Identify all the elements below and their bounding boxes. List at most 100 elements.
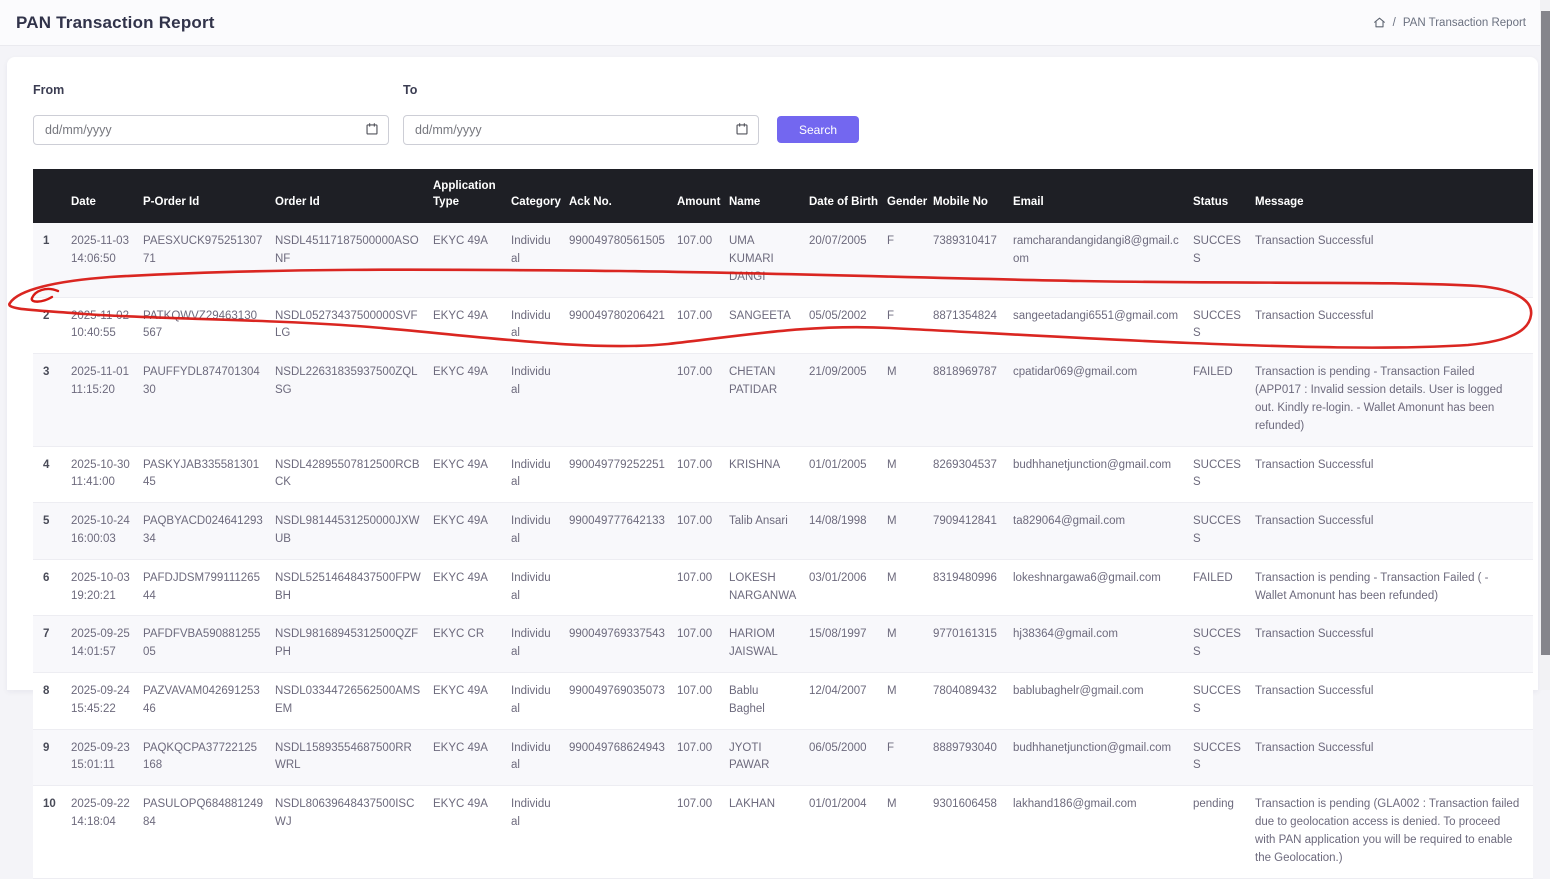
cell-order-id: NSDL03344726562500AMSEM [275, 673, 433, 730]
cell-gender: M [887, 559, 933, 616]
cell-order-id: NSDL05273437500000SVFLG [275, 297, 433, 354]
table-row: 92025-09-23 15:01:11PAQKQCPA37722125168N… [33, 729, 1533, 786]
cell-p-order-id: PAZVAVAM04269125346 [143, 673, 275, 730]
vertical-scrollbar-track[interactable] [1540, 0, 1550, 690]
column-header-amount: Amount [677, 169, 729, 223]
cell-date-of-birth: 15/08/1997 [809, 616, 887, 673]
cell-date: 2025-11-03 14:06:50 [71, 223, 143, 297]
cell-date-of-birth: 21/09/2005 [809, 354, 887, 446]
table-row: 12025-11-03 14:06:50PAESXUCK97525130771N… [33, 223, 1533, 297]
cell-mobile-no: 8818969787 [933, 354, 1013, 446]
cell-name: Talib Ansari [729, 503, 809, 560]
cell-status: FAILED [1193, 559, 1255, 616]
search-button[interactable]: Search [777, 116, 859, 143]
cell-status: pending [1193, 786, 1255, 878]
table-row: 22025-11-02 10:40:55PATKQWVZ29463130567N… [33, 297, 1533, 354]
cell-date-of-birth: 20/07/2005 [809, 223, 887, 297]
cell-gender: M [887, 503, 933, 560]
home-icon[interactable] [1373, 16, 1386, 29]
page-title: PAN Transaction Report [16, 13, 215, 33]
cell-category: Individual [511, 223, 569, 297]
cell-message: Transaction Successful [1255, 616, 1533, 673]
cell-order-id: NSDL52514648437500FPWBH [275, 559, 433, 616]
column-header-date: Date [71, 169, 143, 223]
cell-amount: 107.00 [677, 503, 729, 560]
table-body: 12025-11-03 14:06:50PAESXUCK97525130771N… [33, 223, 1533, 878]
cell-gender: M [887, 786, 933, 878]
cell-ack-no: 990049780206421 [569, 297, 677, 354]
cell-name: HARIOM JAISWAL [729, 616, 809, 673]
cell-date-of-birth: 12/04/2007 [809, 673, 887, 730]
from-date-input[interactable] [33, 115, 389, 145]
table-row: 72025-09-25 14:01:57PAFDFVBA59088125505N… [33, 616, 1533, 673]
cell-email: lokeshnargawa6@gmail.com [1013, 559, 1193, 616]
cell-ack-no [569, 559, 677, 616]
report-card: From To Search [7, 57, 1538, 690]
cell-mobile-no: 9770161315 [933, 616, 1013, 673]
column-header-order-id: Order Id [275, 169, 433, 223]
cell-date: 2025-10-30 11:41:00 [71, 446, 143, 503]
cell-category: Individual [511, 729, 569, 786]
breadcrumb-separator: / [1393, 17, 1396, 29]
cell-row-number: 1 [33, 223, 71, 297]
cell-application-type: EKYC CR [433, 616, 511, 673]
to-date-input[interactable] [403, 115, 759, 145]
cell-message: Transaction Successful [1255, 729, 1533, 786]
cell-p-order-id: PAQKQCPA37722125168 [143, 729, 275, 786]
cell-row-number: 9 [33, 729, 71, 786]
cell-message: Transaction Successful [1255, 223, 1533, 297]
cell-p-order-id: PASULOPQ68488124984 [143, 786, 275, 878]
cell-status: SUCCESS [1193, 673, 1255, 730]
cell-application-type: EKYC 49A [433, 729, 511, 786]
cell-p-order-id: PATKQWVZ29463130567 [143, 297, 275, 354]
cell-mobile-no: 9301606458 [933, 786, 1013, 878]
cell-mobile-no: 8871354824 [933, 297, 1013, 354]
filter-bar: From To Search [33, 83, 1538, 145]
cell-message: Transaction Successful [1255, 673, 1533, 730]
cell-category: Individual [511, 559, 569, 616]
cell-mobile-no: 7389310417 [933, 223, 1013, 297]
cell-ack-no: 990049769035073 [569, 673, 677, 730]
cell-application-type: EKYC 49A [433, 786, 511, 878]
cell-row-number: 5 [33, 503, 71, 560]
table-row: 32025-11-01 11:15:20PAUFFYDL87470130430N… [33, 354, 1533, 446]
cell-name: LAKHAN [729, 786, 809, 878]
cell-date-of-birth: 06/05/2000 [809, 729, 887, 786]
cell-p-order-id: PAESXUCK97525130771 [143, 223, 275, 297]
cell-date: 2025-09-23 15:01:11 [71, 729, 143, 786]
cell-application-type: EKYC 49A [433, 223, 511, 297]
cell-mobile-no: 8269304537 [933, 446, 1013, 503]
calendar-icon[interactable] [735, 122, 749, 141]
cell-email: sangeetadangi6551@gmail.com [1013, 297, 1193, 354]
cell-order-id: NSDL42895507812500RCBCK [275, 446, 433, 503]
vertical-scrollbar-thumb[interactable] [1541, 11, 1550, 655]
cell-ack-no: 990049768624943 [569, 729, 677, 786]
cell-date-of-birth: 05/05/2002 [809, 297, 887, 354]
cell-amount: 107.00 [677, 673, 729, 730]
cell-message: Transaction Successful [1255, 503, 1533, 560]
cell-order-id: NSDL45117187500000ASONF [275, 223, 433, 297]
cell-mobile-no: 8889793040 [933, 729, 1013, 786]
cell-category: Individual [511, 297, 569, 354]
column-header-status: Status [1193, 169, 1255, 223]
cell-row-number: 8 [33, 673, 71, 730]
cell-gender: M [887, 354, 933, 446]
cell-ack-no [569, 786, 677, 878]
calendar-icon[interactable] [365, 122, 379, 141]
cell-row-number: 6 [33, 559, 71, 616]
cell-p-order-id: PAUFFYDL87470130430 [143, 354, 275, 446]
cell-amount: 107.00 [677, 729, 729, 786]
cell-date: 2025-10-24 16:00:03 [71, 503, 143, 560]
cell-name: LOKESH NARGANWA [729, 559, 809, 616]
cell-date-of-birth: 01/01/2004 [809, 786, 887, 878]
from-label: From [33, 83, 389, 97]
cell-status: SUCCESS [1193, 729, 1255, 786]
cell-row-number: 7 [33, 616, 71, 673]
cell-date: 2025-09-24 15:45:22 [71, 673, 143, 730]
breadcrumb: / PAN Transaction Report [1373, 16, 1526, 29]
cell-order-id: NSDL80639648437500ISCWJ [275, 786, 433, 878]
column-header-ack-no: Ack No. [569, 169, 677, 223]
cell-application-type: EKYC 49A [433, 354, 511, 446]
cell-status: SUCCESS [1193, 616, 1255, 673]
cell-application-type: EKYC 49A [433, 503, 511, 560]
